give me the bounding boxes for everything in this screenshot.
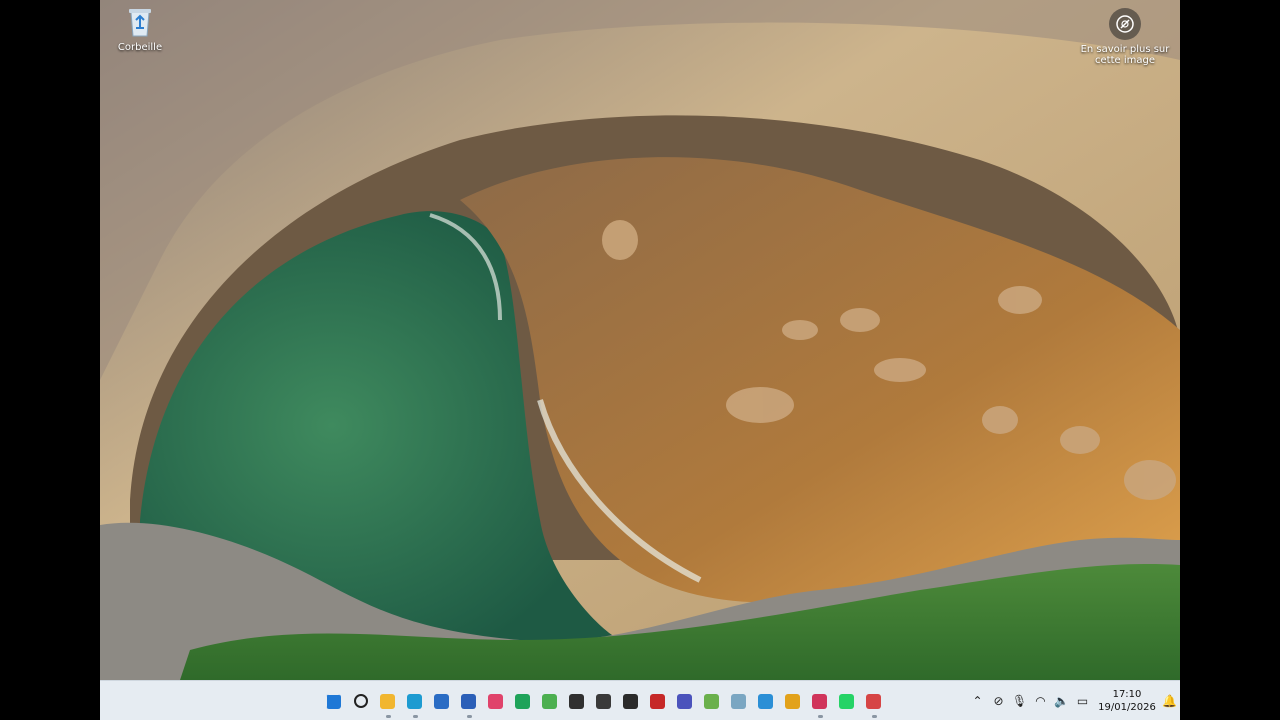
record-icon [569, 693, 584, 709]
running-indicator [466, 715, 472, 718]
eye-off-icon[interactable]: ⊘ [988, 681, 1009, 720]
taskbar-music-button[interactable] [482, 681, 509, 720]
running-indicator [871, 715, 877, 718]
taskbar-start-button[interactable] [320, 681, 347, 720]
chart-window-icon [785, 693, 800, 709]
camera-info-icon [1109, 8, 1141, 40]
speaker-icon[interactable]: 🔈 [1051, 681, 1072, 720]
recycle-bin-icon [125, 6, 155, 38]
taskbar-paint-button[interactable] [725, 681, 752, 720]
store-icon [434, 693, 449, 709]
spotlight-learn-more[interactable]: En savoir plus sur cette image [1070, 8, 1180, 66]
taskbar-network-tool-button[interactable] [860, 681, 887, 720]
microphone-icon[interactable]: 🎙 [1009, 681, 1030, 720]
taskbar-edge-button[interactable] [401, 681, 428, 720]
clock-time: 17:10 [1112, 689, 1142, 700]
desktop-wallpaper [100, 0, 1180, 680]
filezilla-icon [650, 693, 665, 709]
photos-icon [542, 693, 557, 709]
shield-icon [596, 693, 611, 709]
taskbar-security-button[interactable] [590, 681, 617, 720]
chevron-up-icon[interactable]: ⌃ [967, 681, 988, 720]
taskbar-notepad-plus-button[interactable] [698, 681, 725, 720]
running-indicator [412, 715, 418, 718]
taskbar-snipping-tool-button[interactable] [806, 681, 833, 720]
music-icon [488, 693, 503, 709]
taskbar-calculator-button[interactable] [752, 681, 779, 720]
windows-logo-icon [326, 693, 341, 709]
taskbar-task-manager-button[interactable] [779, 681, 806, 720]
taskbar-terminal-button[interactable] [617, 681, 644, 720]
taskbar-search-button[interactable] [347, 681, 374, 720]
whatsapp-icon [839, 693, 854, 709]
tray-icons: ⌃ ⊘ 🎙 ◠ 🔈 ▭ [967, 681, 1093, 720]
scissors-icon [812, 693, 827, 709]
running-indicator [385, 715, 391, 718]
clock[interactable]: 17:10 19/01/2026 [1097, 688, 1157, 714]
taskbar-microsoft-store-button[interactable] [428, 681, 455, 720]
terminal-icon [623, 693, 638, 709]
taskbar-teams-button[interactable] [671, 681, 698, 720]
taskbar: ⌃ ⊘ 🎙 ◠ 🔈 ▭ 17:10 19/01/2026 🔔 [100, 680, 1180, 720]
battery-icon[interactable]: ▭ [1072, 681, 1093, 720]
chameleon-icon [704, 693, 719, 709]
chat-bubbles-icon [515, 693, 530, 709]
calculator-icon [758, 693, 773, 709]
people-icon [677, 693, 692, 709]
taskbar-app-list [320, 681, 887, 720]
taskbar-filezilla-button[interactable] [644, 681, 671, 720]
desktop-icon-recycle-bin[interactable]: Corbeille [100, 6, 180, 53]
mail-icon [461, 693, 476, 709]
desktop[interactable]: Corbeille En savoir plus sur cette image… [100, 0, 1180, 720]
taskbar-thunderbird-button[interactable] [455, 681, 482, 720]
system-tray: ⌃ ⊘ 🎙 ◠ 🔈 ▭ 17:10 19/01/2026 🔔 [967, 681, 1180, 720]
desktop-icon-label: Corbeille [117, 42, 163, 53]
taskbar-obs-button[interactable] [563, 681, 590, 720]
folder-icon [380, 693, 395, 709]
running-indicator [817, 715, 823, 718]
taskbar-chat-button[interactable] [509, 681, 536, 720]
network-icon [866, 693, 881, 709]
clock-date: 19/01/2026 [1098, 702, 1156, 713]
spotlight-label: En savoir plus sur cette image [1080, 44, 1170, 66]
wifi-icon[interactable]: ◠ [1030, 681, 1051, 720]
taskbar-photos-button[interactable] [536, 681, 563, 720]
taskbar-whatsapp-button[interactable] [833, 681, 860, 720]
bell-icon[interactable]: 🔔 [1159, 681, 1180, 720]
edge-browser-icon [407, 693, 422, 709]
search-icon [353, 694, 368, 708]
taskbar-file-explorer-button[interactable] [374, 681, 401, 720]
palette-icon [731, 693, 746, 709]
